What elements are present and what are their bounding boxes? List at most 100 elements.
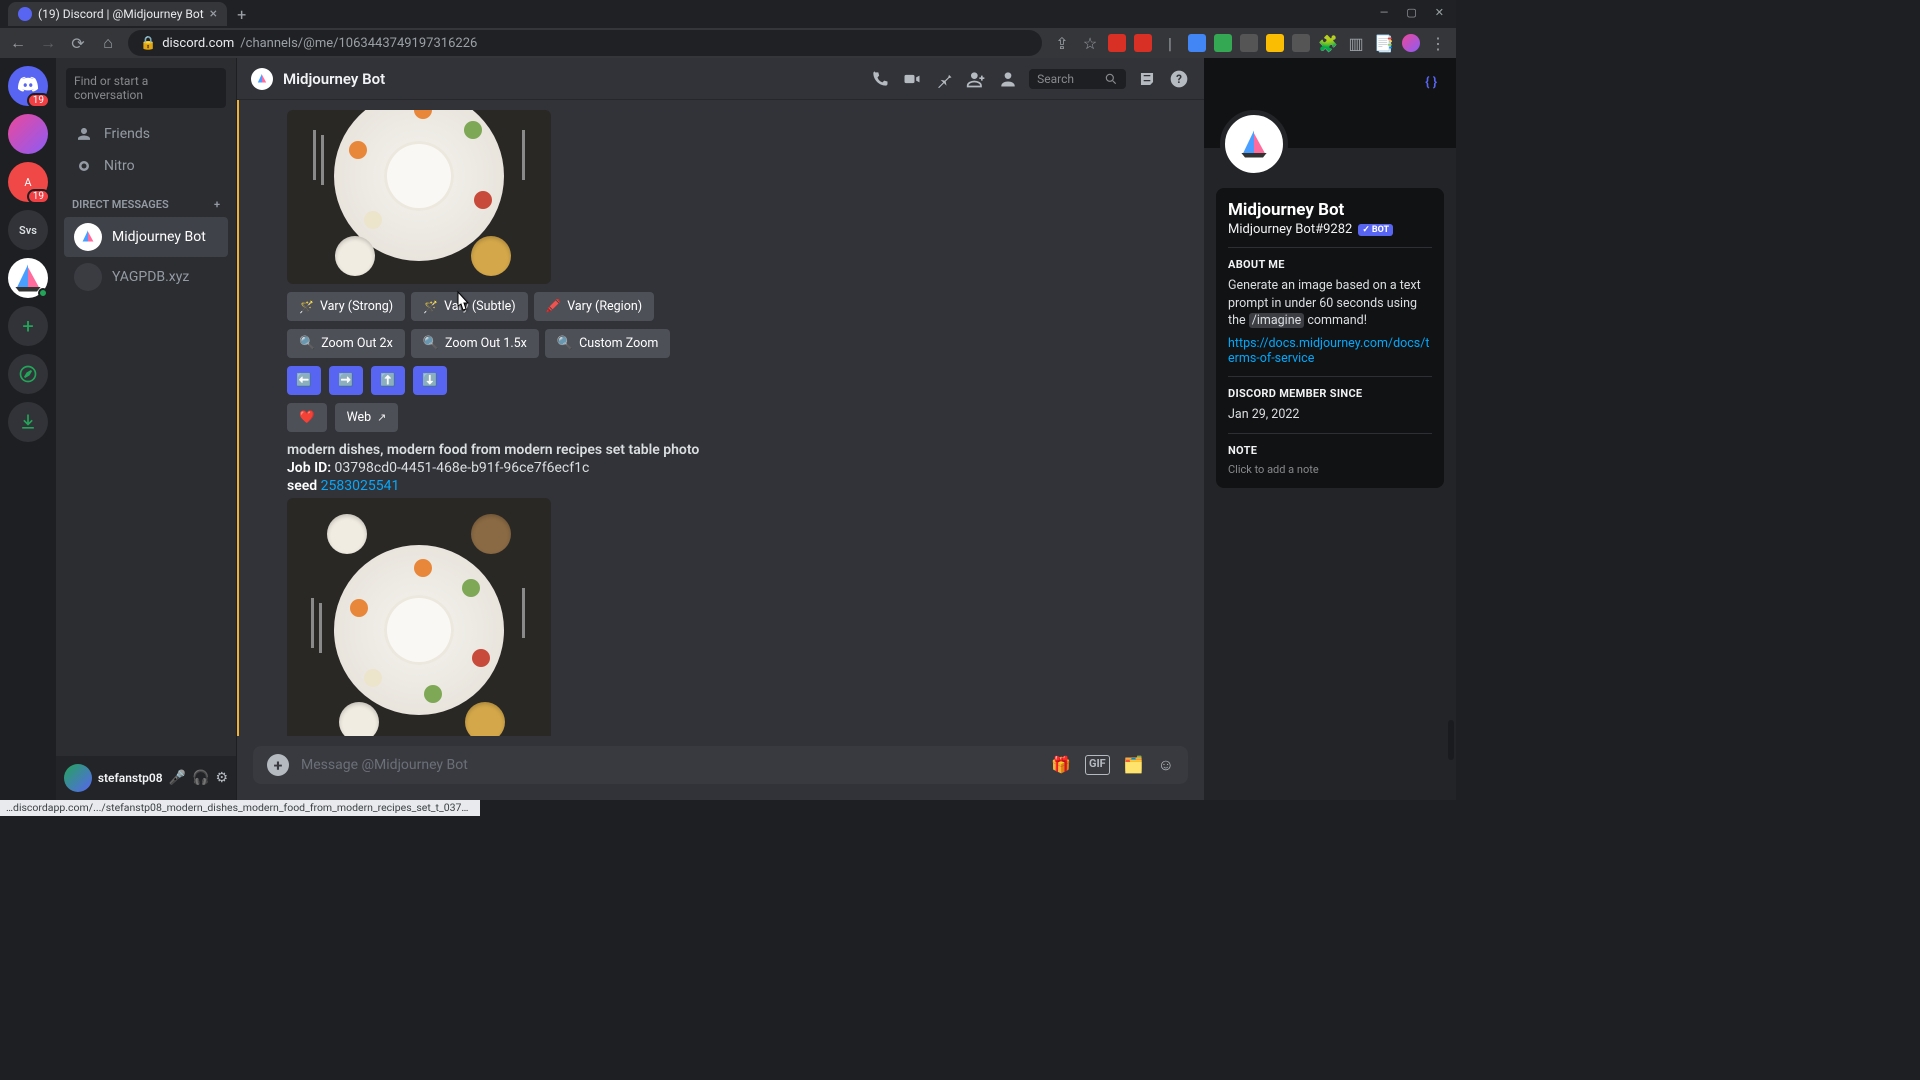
action-row-misc: ❤️ Web↗ — [287, 403, 1204, 432]
mute-mic-icon[interactable]: 🎤 — [169, 770, 186, 786]
abp-extension-icon[interactable] — [1108, 34, 1126, 52]
magnifier-icon: 🔍 — [557, 336, 573, 351]
dm-midjourney-bot[interactable]: Midjourney Bot — [64, 217, 228, 257]
add-server-button[interactable]: + — [8, 306, 48, 346]
deafen-icon[interactable]: 🎧 — [192, 770, 209, 786]
profile-avatar-icon[interactable] — [1402, 34, 1420, 52]
add-friends-icon[interactable] — [965, 68, 987, 90]
emoji-icon[interactable]: ☺ — [1158, 755, 1174, 775]
sticker-icon[interactable]: 🗂️ — [1124, 755, 1144, 775]
pan-right-button[interactable]: ➡️ — [329, 366, 363, 395]
message-input[interactable] — [301, 757, 1039, 773]
sidebar-item-friends[interactable]: Friends — [64, 118, 228, 150]
vary-subtle-button[interactable]: 🪄Vary (Subtle) — [411, 292, 528, 321]
download-apps-button[interactable] — [8, 402, 48, 442]
magnifier-icon: 🔍 — [299, 336, 315, 351]
pinned-messages-icon[interactable] — [933, 68, 955, 90]
online-indicator — [38, 288, 48, 298]
dm-label: YAGPDB.xyz — [112, 269, 189, 285]
friends-label: Friends — [104, 126, 150, 142]
main-panel: Midjourney Bot Search ? — [236, 58, 1204, 800]
back-button[interactable]: ← — [8, 33, 28, 53]
tos-link[interactable]: https://docs.midjourney.com/docs/terms-o… — [1228, 336, 1432, 366]
lock-icon: 🔒 — [140, 36, 156, 51]
note-input[interactable]: Click to add a note — [1228, 463, 1432, 476]
recorder-extension-icon[interactable] — [1134, 34, 1152, 52]
job-id-value: 03798cd0-4451-468e-b91f-96ce7f6ecf1c — [335, 460, 590, 476]
zoom-out-2x-button[interactable]: 🔍Zoom Out 2x — [287, 329, 405, 358]
pan-down-button[interactable]: ⬇️ — [413, 366, 447, 395]
dm-home-button[interactable]: 19 — [8, 66, 48, 106]
generated-image-preview[interactable] — [287, 110, 551, 284]
sidebar-item-nitro[interactable]: Nitro — [64, 150, 228, 182]
forward-button[interactable]: → — [38, 33, 58, 53]
channel-header: Midjourney Bot Search ? — [237, 58, 1204, 100]
search-icon — [1104, 72, 1118, 86]
extension-icon-4[interactable] — [1266, 34, 1284, 52]
sparkle-icon: 🪄 — [299, 300, 314, 314]
server-icon-2[interactable]: A19 — [8, 162, 48, 202]
dev-badge[interactable]: { } — [1420, 72, 1442, 93]
profile-banner: { } — [1204, 58, 1456, 148]
user-settings-icon[interactable]: ⚙ — [215, 770, 228, 786]
vary-strong-button[interactable]: 🪄Vary (Strong) — [287, 292, 405, 321]
inbox-icon[interactable] — [1136, 68, 1158, 90]
dm-label: Midjourney Bot — [112, 229, 206, 245]
profile-avatar[interactable] — [1220, 110, 1288, 178]
reading-list-icon[interactable]: 📑 — [1374, 33, 1394, 53]
browser-tab[interactable]: (19) Discord | @Midjourney Bot × — [8, 2, 227, 26]
heart-icon: ❤️ — [299, 410, 315, 425]
dm-section-header: DIRECT MESSAGES + — [56, 182, 236, 217]
action-row-pan: ⬅️ ➡️ ⬆️ ⬇️ — [287, 366, 1204, 395]
extensions-puzzle-icon[interactable]: 🧩 — [1318, 33, 1338, 53]
favorite-button[interactable]: ❤️ — [287, 403, 327, 432]
server-icon-svs[interactable]: Svs — [8, 210, 48, 250]
prompt-text: modern dishes, modern food from modern r… — [287, 442, 1204, 458]
magnifier-icon: 🔍 — [423, 336, 439, 351]
generated-image-full[interactable] — [287, 498, 551, 736]
explore-servers-button[interactable] — [8, 354, 48, 394]
create-dm-icon[interactable]: + — [214, 198, 220, 211]
gift-icon[interactable]: 🎁 — [1051, 755, 1071, 775]
web-link-button[interactable]: Web↗ — [335, 403, 399, 432]
url-path: /channels/@me/1063443749197316226 — [240, 36, 477, 51]
close-tab-icon[interactable]: × — [210, 6, 217, 22]
gif-icon[interactable]: GIF — [1085, 755, 1110, 775]
browser-menu-icon[interactable]: ⋮ — [1428, 33, 1448, 53]
seed-value: 2583025541 — [321, 478, 400, 494]
pan-up-button[interactable]: ⬆️ — [371, 366, 405, 395]
extension-icon-5[interactable] — [1292, 34, 1310, 52]
find-conversation-input[interactable]: Find or start a conversation — [66, 68, 226, 108]
self-avatar[interactable] — [64, 764, 92, 792]
maximize-icon[interactable]: ▢ — [1406, 6, 1416, 19]
help-icon[interactable]: ? — [1168, 68, 1190, 90]
dm-header-label: DIRECT MESSAGES — [72, 198, 169, 211]
new-tab-button[interactable]: + — [227, 5, 256, 24]
reload-button[interactable]: ⟳ — [68, 33, 88, 53]
profile-panel: { } Midjourney Bot Midjourney Bot#9282 ✓… — [1204, 58, 1456, 800]
close-window-icon[interactable]: ✕ — [1435, 6, 1444, 19]
minimize-icon[interactable]: — — [1380, 6, 1389, 19]
start-video-call-icon[interactable] — [901, 68, 923, 90]
extension-icon-2[interactable] — [1214, 34, 1232, 52]
address-bar[interactable]: 🔒 discord.com/channels/@me/1063443749197… — [128, 30, 1042, 56]
search-input[interactable]: Search — [1029, 69, 1126, 89]
custom-zoom-button[interactable]: 🔍Custom Zoom — [545, 329, 670, 358]
zoom-out-1-5x-button[interactable]: 🔍Zoom Out 1.5x — [411, 329, 539, 358]
extension-icon-3[interactable] — [1240, 34, 1258, 52]
vary-region-button[interactable]: 🖍️Vary (Region) — [534, 292, 654, 321]
dm-yagpdb[interactable]: YAGPDB.xyz — [64, 257, 228, 297]
hide-profile-icon[interactable] — [997, 68, 1019, 90]
server-icon-1[interactable] — [8, 114, 48, 154]
side-panel-icon[interactable]: ▥ — [1346, 33, 1366, 53]
extension-icon-1[interactable] — [1188, 34, 1206, 52]
share-icon[interactable]: ⇪ — [1052, 33, 1072, 53]
attach-button[interactable]: + — [267, 754, 289, 776]
start-voice-call-icon[interactable] — [869, 68, 891, 90]
window-controls: — ▢ ✕ — [1368, 0, 1456, 25]
server-icon-midjourney[interactable] — [8, 258, 48, 298]
pan-left-button[interactable]: ⬅️ — [287, 366, 321, 395]
user-panel: stefanstp08 🎤 🎧 ⚙ — [56, 756, 236, 800]
bookmark-icon[interactable]: ☆ — [1080, 33, 1100, 53]
home-button[interactable]: ⌂ — [98, 33, 118, 53]
